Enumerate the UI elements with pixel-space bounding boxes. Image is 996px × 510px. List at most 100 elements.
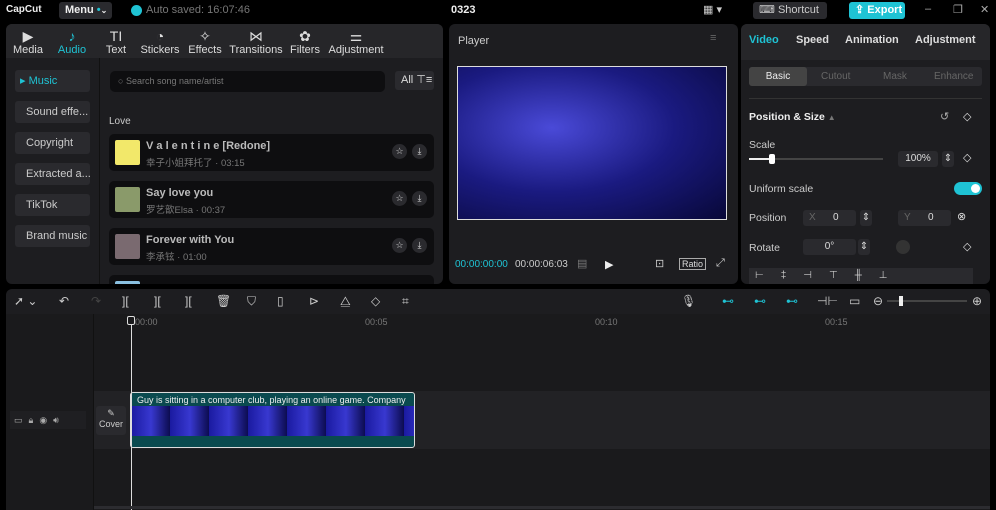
minimize-icon[interactable]: –	[925, 3, 931, 15]
section-position-size[interactable]: Position & Size ▲	[749, 111, 836, 123]
sidebar-item-sound-effects[interactable]: Sound effe...	[15, 101, 90, 123]
position-label: Position	[749, 212, 787, 224]
tab-transitions[interactable]: ⋈ Transitions	[229, 28, 283, 56]
zoom-out-icon[interactable]: ⊖	[873, 294, 883, 308]
playhead[interactable]	[127, 316, 135, 510]
reset-icon[interactable]: ↺	[940, 110, 949, 123]
video-track-icon[interactable]: ▭	[14, 415, 29, 425]
caption-icon[interactable]: ▭	[849, 294, 860, 308]
video-clip[interactable]: Guy is sitting in a computer club, playi…	[130, 392, 415, 448]
mark-icon[interactable]: ⛉	[247, 294, 256, 309]
keyframe-icon[interactable]: ◇	[963, 240, 971, 253]
fullscreen-icon[interactable]: ⤢	[716, 257, 725, 270]
star-icon[interactable]: ☆	[392, 238, 407, 253]
subtab-basic[interactable]: Basic	[749, 67, 807, 86]
shortcut-button[interactable]: ⌨ Shortcut	[753, 2, 827, 19]
download-icon[interactable]: ⤓	[412, 191, 427, 206]
menu-icon[interactable]: ≡	[710, 32, 716, 44]
keyframe-icon[interactable]: ◇	[963, 110, 971, 123]
delete-icon[interactable]: 🗑︎	[216, 294, 231, 308]
sidebar-item-copyright[interactable]: Copyright	[15, 132, 90, 154]
position-y-input[interactable]: Y0	[898, 210, 951, 226]
link-clips-icon[interactable]: ⊷	[754, 294, 766, 308]
subtab-enhance[interactable]: Enhance	[934, 71, 973, 82]
split-left-icon[interactable]: ][	[154, 294, 161, 308]
preview-axis-icon[interactable]: ⊷	[786, 294, 798, 308]
filter-button[interactable]: All ⊤≡	[395, 71, 434, 90]
align-toolbar[interactable]: ⊢‡⊣⊤╫⊥	[749, 268, 973, 284]
magnet-icon[interactable]: ⊷	[722, 294, 734, 308]
uniform-scale-toggle[interactable]	[954, 182, 982, 195]
export-button[interactable]: ⇪ Export	[849, 2, 905, 19]
song-item[interactable]: Say love you 罗艺歆Elsa · 00:37 ☆ ⤓	[109, 181, 434, 218]
select-icon[interactable]: ➚ ⌄	[14, 294, 37, 308]
tab-label: Text	[105, 44, 127, 56]
eye-icon[interactable]: ◉	[39, 415, 53, 425]
crop-icon[interactable]: ⌗	[402, 294, 409, 309]
lock-icon[interactable]: 🔒︎	[29, 415, 40, 425]
chevron-down-icon: ⌄	[100, 6, 108, 15]
song-item[interactable]: Forever with You 李承铉 · 01:00 ☆ ⤓	[109, 228, 434, 265]
subtab-cutout[interactable]: Cutout	[821, 71, 850, 82]
search-input[interactable]: ○ Search song name/artist	[110, 71, 385, 92]
album-art	[115, 140, 140, 165]
play-button[interactable]: ▶	[605, 258, 613, 271]
tab-label: Audio	[57, 44, 87, 56]
sidebar-item-music[interactable]: ▸ Music	[15, 70, 90, 92]
ratio-button[interactable]: Ratio	[679, 258, 707, 270]
star-icon[interactable]: ☆	[392, 191, 407, 206]
fit-icon[interactable]: ⊡	[655, 257, 664, 270]
song-item[interactable]: V a l e n t i n e [Redone] 幸子小姐拜托了 · 03:1…	[109, 134, 434, 171]
scale-input[interactable]: 100%	[898, 151, 938, 167]
scale-slider[interactable]	[749, 154, 883, 164]
star-icon[interactable]: ☆	[392, 144, 407, 159]
subtab-mask[interactable]: Mask	[883, 71, 907, 82]
reverse-icon[interactable]: ⊳	[309, 294, 319, 308]
tab-filters[interactable]: ✿ Filters	[279, 28, 331, 56]
rotate-icon[interactable]: ◇	[371, 294, 380, 308]
song-item[interactable]	[109, 275, 434, 284]
video-preview[interactable]	[457, 66, 727, 220]
zoom-in-icon[interactable]: ⊕	[972, 294, 982, 308]
rotate-stepper[interactable]: ⇕	[858, 239, 870, 255]
scale-label: Scale	[749, 139, 776, 151]
tab-speed[interactable]: Speed	[796, 34, 829, 46]
keyframe-icon[interactable]: ◇	[963, 151, 971, 164]
sidebar-item-brand-music[interactable]: Brand music	[15, 225, 90, 247]
grid-icon[interactable]: ▤	[577, 257, 587, 270]
split-right-icon[interactable]: ][	[185, 294, 192, 308]
search-placeholder: Search song name/artist	[125, 76, 224, 86]
horizontal-scrollbar[interactable]	[94, 506, 990, 509]
tab-adjustment-right[interactable]: Adjustment	[915, 34, 976, 46]
undo-icon[interactable]: ↶	[59, 294, 69, 308]
sidebar-item-extracted[interactable]: Extracted a...	[15, 163, 90, 185]
tab-video[interactable]: Video	[749, 34, 779, 46]
cover-button[interactable]: ✎ Cover	[96, 406, 126, 435]
download-icon[interactable]: ⤓	[412, 144, 427, 159]
mirror-icon[interactable]: ⧋	[340, 294, 351, 309]
position-x-input[interactable]: X0	[803, 210, 856, 226]
scale-stepper[interactable]: ⇕	[942, 151, 954, 167]
restore-icon[interactable]: ❐	[953, 3, 963, 16]
section-title: Love	[109, 116, 131, 127]
album-art	[115, 281, 140, 284]
audio-track-icon[interactable]: 🔊︎	[53, 415, 65, 425]
freeze-icon[interactable]: ▯	[277, 294, 284, 308]
tab-adjustment[interactable]: ⚌ Adjustment	[328, 28, 384, 56]
split-icon[interactable]: ][	[122, 294, 129, 308]
zoom-slider[interactable]	[887, 296, 967, 306]
position-x-stepper[interactable]: ⇕	[860, 210, 872, 226]
close-icon[interactable]: ✕	[980, 3, 989, 16]
download-icon[interactable]: ⤓	[412, 238, 427, 253]
menu-button[interactable]: Menu •⌄	[59, 2, 112, 19]
rotate-input[interactable]: 0°	[803, 239, 856, 255]
layout-icon[interactable]: ▦ ▾	[703, 3, 722, 16]
rotate-dial[interactable]	[896, 240, 910, 254]
microphone-icon[interactable]: 🎙︎	[681, 294, 696, 308]
tab-animation[interactable]: Animation	[845, 34, 899, 46]
tab-effects[interactable]: ✧ Effects	[179, 28, 231, 56]
link-icon[interactable]: ⊗	[957, 210, 966, 223]
sidebar-item-tiktok[interactable]: TikTok	[15, 194, 90, 216]
check-icon	[131, 5, 142, 16]
split-view-icon[interactable]: ⊣⊢	[817, 294, 838, 308]
